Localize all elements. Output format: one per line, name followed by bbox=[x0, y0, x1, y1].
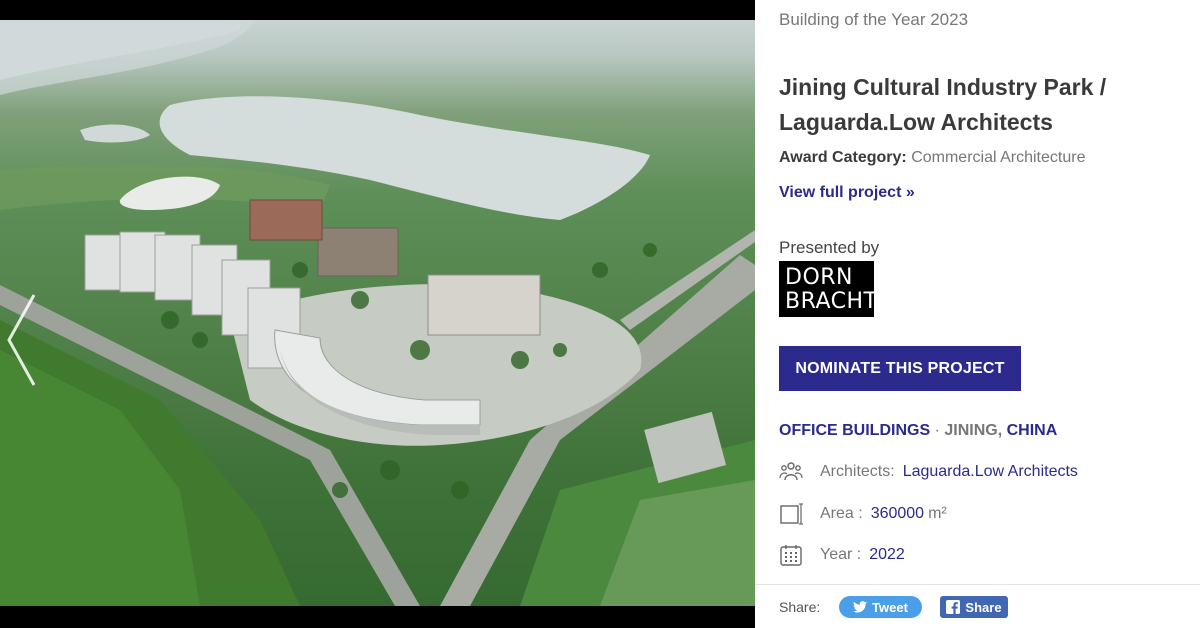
facebook-icon bbox=[946, 600, 961, 614]
award-year: Building of the Year 2023 bbox=[779, 10, 969, 29]
award-category: Award Category: Commercial Architecture bbox=[779, 149, 1085, 167]
tag-building-type[interactable]: OFFICE BUILDINGS bbox=[779, 422, 930, 439]
view-full-project-link[interactable]: View full project » bbox=[779, 184, 915, 202]
presented-by-label: Presented by bbox=[779, 238, 880, 257]
tag-comma: , bbox=[997, 422, 1003, 439]
share-divider bbox=[755, 584, 1200, 585]
area-row: Area : 360000 m² bbox=[779, 502, 947, 526]
architects-link[interactable]: Laguarda.Low Architects bbox=[903, 463, 1078, 481]
year-value[interactable]: 2022 bbox=[869, 546, 905, 564]
year-row: Year : 2022 bbox=[779, 543, 905, 567]
twitter-bird-icon bbox=[853, 601, 868, 613]
calendar-icon bbox=[780, 545, 802, 566]
tag-city: JINING bbox=[944, 422, 998, 439]
project-tags: OFFICE BUILDINGS · JINING, CHINA bbox=[779, 422, 1057, 440]
tweet-button[interactable]: Tweet bbox=[839, 596, 922, 618]
sponsor-logo[interactable]: DORN BRACHT bbox=[779, 261, 878, 317]
sponsor-logo-line1: DORN bbox=[785, 265, 853, 290]
sponsor-logo-line2: BRACHT bbox=[785, 289, 878, 314]
tag-separator: · bbox=[934, 422, 940, 439]
people-icon bbox=[779, 462, 803, 481]
award-category-label: Award Category: bbox=[779, 149, 907, 166]
chevron-left-icon bbox=[7, 294, 36, 386]
share-label: Share: bbox=[779, 599, 821, 615]
aerial-photo bbox=[0, 20, 755, 606]
architects-row: Architects: Laguarda.Low Architects bbox=[779, 460, 1078, 484]
nominate-project-button[interactable]: NOMINATE THIS PROJECT bbox=[779, 346, 1021, 391]
year-label: Year : bbox=[820, 546, 862, 563]
award-category-value: Commercial Architecture bbox=[911, 149, 1086, 166]
project-info-panel: Building of the Year 2023 Jining Cultura… bbox=[755, 0, 1200, 628]
area-label: Area : bbox=[820, 505, 863, 522]
tag-country[interactable]: CHINA bbox=[1007, 422, 1058, 439]
facebook-share-label: Share bbox=[965, 599, 1002, 615]
area-value: 360000 bbox=[870, 505, 925, 522]
area-icon bbox=[780, 503, 803, 525]
area-unit: m² bbox=[928, 505, 947, 522]
tweet-button-label: Tweet bbox=[872, 599, 908, 615]
project-title: Jining Cultural Industry Park / Laguarda… bbox=[779, 74, 1107, 135]
architects-label: Architects: bbox=[820, 463, 895, 480]
project-photo-panel bbox=[0, 0, 755, 628]
facebook-share-button[interactable]: Share bbox=[940, 596, 1008, 618]
previous-image-button[interactable] bbox=[4, 290, 44, 390]
